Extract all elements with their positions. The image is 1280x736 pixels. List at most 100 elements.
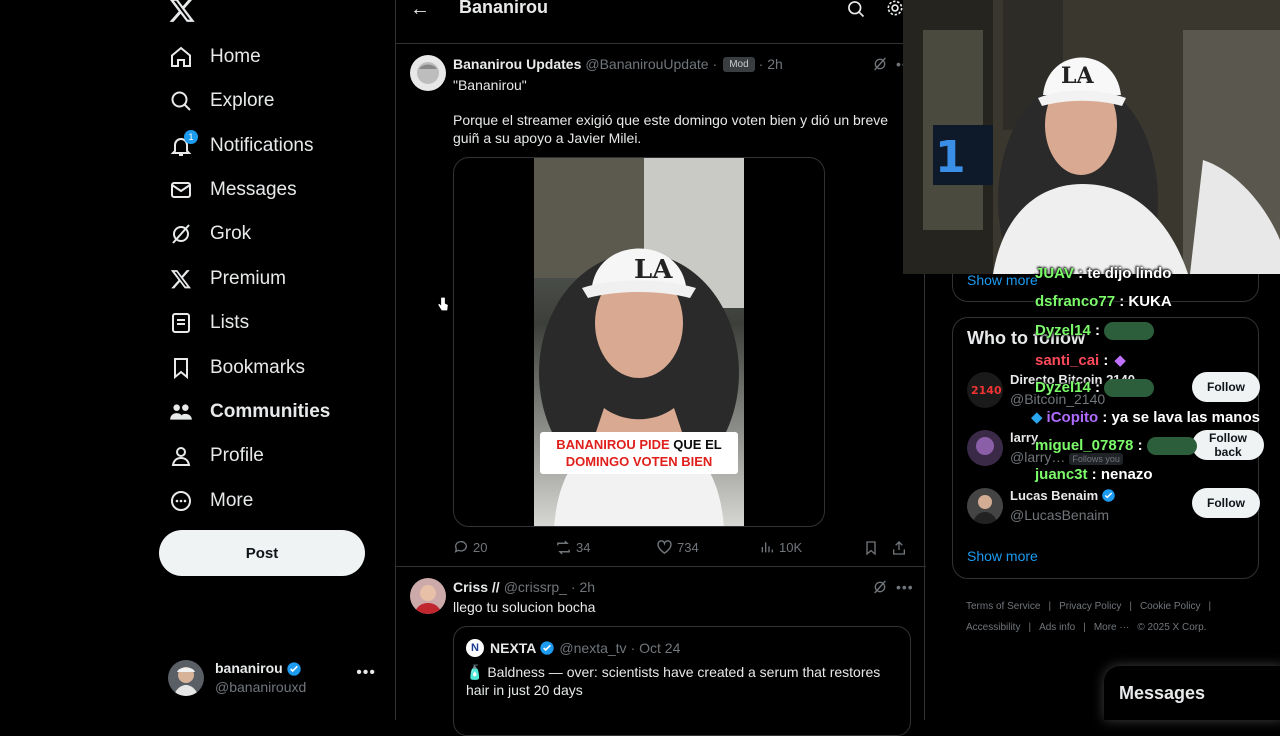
tweet-text: "Bananirou" — [453, 77, 527, 93]
more-circle-icon — [168, 488, 194, 514]
grok-icon[interactable] — [872, 579, 888, 595]
follow-button[interactable]: Follow — [1192, 372, 1260, 402]
footer-link[interactable]: Terms of Service — [966, 601, 1040, 612]
svg-text:LA: LA — [634, 255, 673, 285]
footer-link[interactable]: Ads info — [1039, 622, 1075, 633]
show-more-link[interactable]: Show more — [967, 548, 1038, 564]
tweet-author-name[interactable]: Bananirou Updates — [453, 56, 581, 72]
sidebar-item-explore[interactable]: Explore — [168, 81, 274, 121]
avatar: 2140 — [967, 372, 1003, 408]
sidebar-item-label: Premium — [210, 268, 287, 289]
suggestion-handle: @LucasBenaim — [1010, 507, 1110, 523]
sidebar-item-profile[interactable]: Profile — [168, 436, 264, 476]
main-column: ← Bananirou Bananirou Updates @Bananirou… — [395, 0, 926, 736]
grok-icon — [168, 221, 194, 247]
hand-cursor-icon — [437, 296, 449, 312]
x-logo-icon — [168, 266, 194, 292]
footer-link[interactable]: Cookie Policy — [1140, 601, 1201, 612]
reply-icon — [454, 541, 467, 553]
sidebar-item-bookmarks[interactable]: Bookmarks — [168, 348, 305, 388]
back-arrow-icon[interactable]: ← — [410, 0, 430, 21]
verified-icon — [287, 661, 301, 676]
quote-time: · Oct 24 — [630, 640, 681, 656]
sidebar-item-lists[interactable]: Lists — [168, 303, 249, 343]
reply-button[interactable]: 20 — [453, 539, 487, 555]
messages-drawer-title: Messages — [1119, 683, 1206, 703]
notification-badge: 1 — [184, 130, 198, 144]
nexta-logo-icon: N — [466, 639, 484, 657]
follow-back-button[interactable]: Follow back — [1192, 430, 1264, 460]
webcam-overlay: 1 LA — [903, 0, 1280, 274]
suggestion-name[interactable]: Lucas Benaim — [1010, 488, 1098, 503]
tweet-text: Porque el streamer exigió que este domin… — [453, 112, 889, 146]
page-title: Bananirou — [459, 0, 549, 17]
more-dots-icon[interactable]: ••• — [896, 579, 914, 595]
search-icon[interactable] — [846, 0, 866, 19]
chat-message: Dyzel14 : — [1035, 322, 1155, 341]
x-logo-icon[interactable] — [168, 0, 196, 24]
messages-drawer[interactable]: Messages — [1104, 666, 1280, 720]
chat-emote — [1104, 322, 1155, 341]
sidebar-item-label: Messages — [210, 179, 297, 200]
sidebar-item-communities[interactable]: Communities — [168, 392, 330, 432]
follow-suggestion[interactable]: Lucas Benaim @LucasBenaim Follow — [967, 488, 1260, 528]
tweet-author-handle[interactable]: @crissrp_ — [504, 579, 567, 595]
divider — [396, 566, 926, 567]
avatar — [967, 430, 1003, 466]
bell-icon: 1 — [168, 130, 198, 159]
search-icon — [168, 88, 194, 114]
communities-icon — [168, 399, 194, 425]
avatar[interactable] — [410, 578, 446, 614]
avatar — [168, 660, 204, 696]
chat-message: Dyzel14 : — [1035, 379, 1155, 398]
repost-button[interactable]: 34 — [555, 539, 590, 556]
tweet-time[interactable]: · 2h — [571, 579, 595, 595]
svg-text:LA: LA — [1061, 63, 1094, 89]
sidebar-item-home[interactable]: Home — [168, 37, 261, 77]
avatar[interactable] — [410, 55, 446, 91]
tweet-text: llego tu solucion bocha — [453, 599, 596, 615]
verified-icon — [1102, 489, 1115, 502]
video-caption: BANANIROU PIDE QUE EL DOMINGO VOTEN BIEN — [540, 432, 738, 474]
post-button[interactable]: Post — [159, 530, 365, 576]
sidebar-item-messages[interactable]: Messages — [168, 170, 297, 210]
grok-icon[interactable] — [872, 56, 888, 72]
tweet-actions: 20 34 734 10K — [453, 539, 913, 559]
sidebar-item-label: Grok — [210, 223, 252, 244]
home-icon — [168, 44, 194, 70]
bookmark-icon[interactable] — [863, 540, 879, 556]
follow-button[interactable]: Follow — [1192, 488, 1260, 518]
like-button[interactable]: 734 — [656, 539, 699, 556]
sidebar-item-premium[interactable]: Premium — [168, 259, 286, 299]
video-frame[interactable]: LA BANANIROU PIDE QUE EL DOMINGO VOTEN B… — [534, 158, 744, 526]
crystal-emote-icon: ◆ — [1114, 352, 1126, 369]
views-button[interactable]: 10K — [759, 539, 802, 555]
more-dots-icon[interactable]: ••• — [356, 664, 376, 682]
svg-text:2140: 2140 — [971, 384, 1002, 397]
avatar — [967, 488, 1003, 524]
cube-badge-icon: ◆ — [1031, 409, 1043, 426]
sidebar-item-notifications[interactable]: 1 Notifications — [168, 126, 314, 166]
footer-link[interactable]: More ··· — [1094, 622, 1130, 633]
sidebar-item-more[interactable]: More — [168, 481, 253, 521]
chat-message: ◆ iCopito : ya se lava las manos — [1031, 409, 1260, 426]
show-more-link[interactable]: Show more — [967, 272, 1038, 288]
tweet-video[interactable]: LA BANANIROU PIDE QUE EL DOMINGO VOTEN B… — [453, 157, 825, 527]
sidebar-item-label: Bookmarks — [210, 357, 306, 378]
share-icon[interactable] — [891, 540, 907, 556]
chat-message: juanc3t : nenazo — [1035, 466, 1153, 483]
sidebar-item-grok[interactable]: Grok — [168, 214, 251, 254]
suggestion-name[interactable]: larry — [1010, 430, 1038, 445]
footer-link[interactable]: Accessibility — [966, 622, 1020, 633]
chat-message: santi_cai : ◆ — [1035, 352, 1126, 369]
footer-link[interactable]: Privacy Policy — [1059, 601, 1121, 612]
tweet-author-handle[interactable]: @BananirouUpdate — [585, 56, 708, 72]
chat-emote — [1146, 437, 1197, 456]
tweet-time[interactable]: · 2h — [759, 56, 783, 72]
list-icon — [168, 310, 194, 336]
account-switcher[interactable]: bananirou @bananirouxd ••• — [168, 656, 390, 700]
mod-badge: Mod — [723, 56, 755, 72]
tweet-author-name[interactable]: Criss // — [453, 579, 500, 595]
quote-text: 🧴 Baldness — over: scientists have creat… — [466, 664, 881, 698]
gear-icon[interactable] — [885, 0, 905, 18]
